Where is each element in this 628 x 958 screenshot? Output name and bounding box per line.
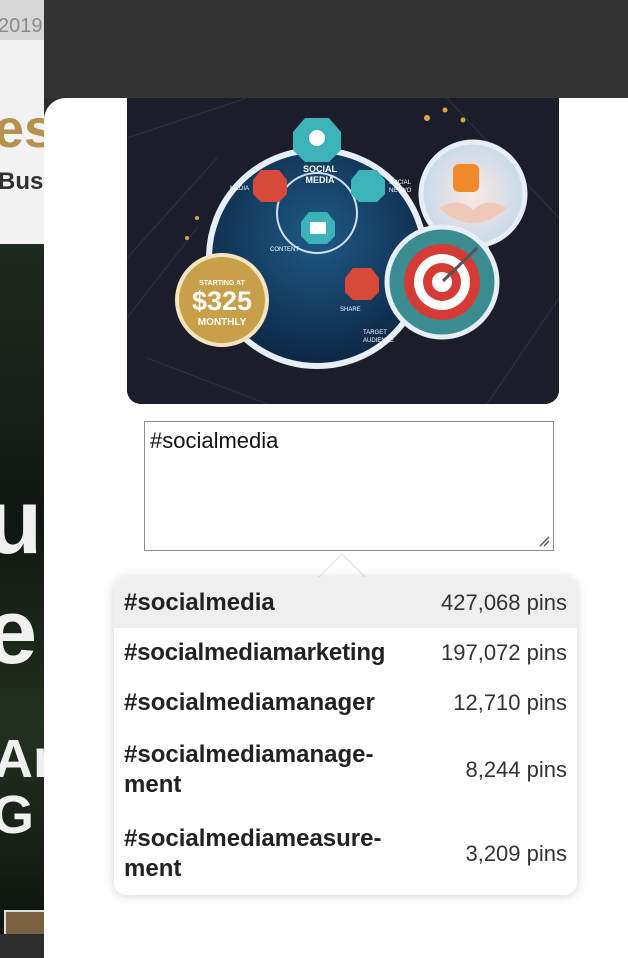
background-logo-subtext: Bus [0, 168, 44, 195]
label-media: MEDIA [230, 186, 249, 192]
background-date-fragment: 2019. [0, 0, 44, 40]
badge-price: $325 [192, 286, 252, 316]
label-target: TARGET [363, 330, 387, 336]
background-thumbnail [4, 910, 44, 934]
dropdown-caret-inner [320, 555, 364, 577]
resize-handle-icon[interactable] [538, 535, 550, 547]
suggestion-count: 3,209 pins [465, 841, 567, 866]
suggestion-tag: #socialmediamanager [124, 689, 375, 716]
background-headline-1: u [0, 471, 43, 573]
description-textarea[interactable]: #socialmedia [144, 421, 554, 551]
label-media-heading: MEDIA [306, 175, 336, 185]
suggestion-tag: #socialmediameasure-ment [124, 825, 382, 882]
social-media-infographic: SOCIAL MEDIA MEDIA SOCIAL NETWO CONTENT … [127, 98, 559, 404]
suggestion-item[interactable]: #socialmediamanager 12,710 pins [114, 678, 577, 728]
label-audience: AUDIENCE [363, 338, 394, 344]
background-headline-2: e [0, 581, 38, 683]
hashtag-suggestions: #socialmedia 427,068 pins #socialmediama… [114, 577, 577, 895]
badge-bottom-text: MONTHLY [198, 317, 247, 328]
suggestion-count: 12,710 pins [453, 690, 567, 715]
suggestion-item[interactable]: #socialmediamanage-ment 8,244 pins [114, 728, 577, 812]
background-page: 2019. es Bus u e An G [0, 0, 44, 934]
suggestion-tag: #socialmedia [124, 588, 275, 616]
suggestion-tag: #socialmediamanage-ment [124, 741, 374, 798]
pin-image: SOCIAL MEDIA MEDIA SOCIAL NETWO CONTENT … [127, 98, 559, 404]
label-content: CONTENT [270, 247, 299, 253]
suggestion-count: 8,244 pins [465, 757, 567, 782]
description-text: #socialmedia [150, 428, 279, 453]
suggestion-tag: #socialmediamarketing [124, 639, 386, 666]
suggestion-item[interactable]: #socialmediamarketing 197,072 pins [114, 628, 577, 678]
suggestion-item[interactable]: #socialmedia 427,068 pins [114, 577, 577, 628]
background-headline-4: G [0, 785, 35, 845]
background-headline-3: An [0, 729, 44, 789]
suggestion-count: 427,068 pins [441, 589, 567, 615]
label-share: SHARE [340, 307, 361, 313]
price-badge: STARTING AT $325 MONTHLY [175, 253, 269, 347]
label-social-network-1: SOCIAL [389, 180, 412, 186]
modal-overlay-top [44, 0, 628, 98]
label-social: SOCIAL [303, 164, 338, 174]
suggestion-count: 197,072 pins [441, 640, 567, 665]
background-logo-text: es [0, 99, 44, 159]
label-social-network-2: NETWO [389, 188, 412, 194]
suggestion-item[interactable]: #socialmediameasure-ment 3,209 pins [114, 812, 577, 896]
